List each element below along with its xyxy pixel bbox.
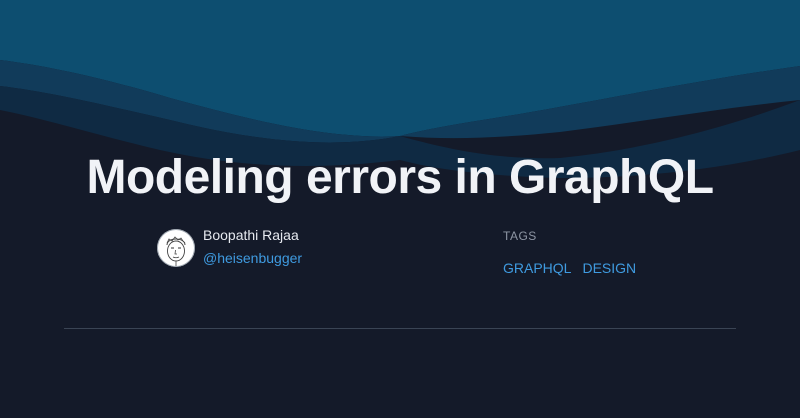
tags-section: TAGS GRAPHQL DESIGN	[503, 229, 647, 277]
divider	[64, 328, 736, 329]
author-info: Boopathi Rajaa @heisenbugger	[203, 227, 302, 268]
tag-link-graphql[interactable]: GRAPHQL	[503, 259, 571, 277]
author-handle-link[interactable]: @heisenbugger	[203, 248, 302, 268]
author-name: Boopathi Rajaa	[203, 227, 299, 243]
tag-link-design[interactable]: DESIGN	[582, 259, 636, 277]
avatar[interactable]	[157, 229, 195, 267]
post-title: Modeling errors in GraphQL	[86, 151, 714, 204]
tag-list: GRAPHQL DESIGN	[503, 259, 647, 277]
tags-heading: TAGS	[503, 229, 537, 243]
post-header: Modeling errors in GraphQL Boopathi Raja…	[0, 0, 800, 418]
author-card: Boopathi Rajaa @heisenbugger	[157, 227, 302, 268]
